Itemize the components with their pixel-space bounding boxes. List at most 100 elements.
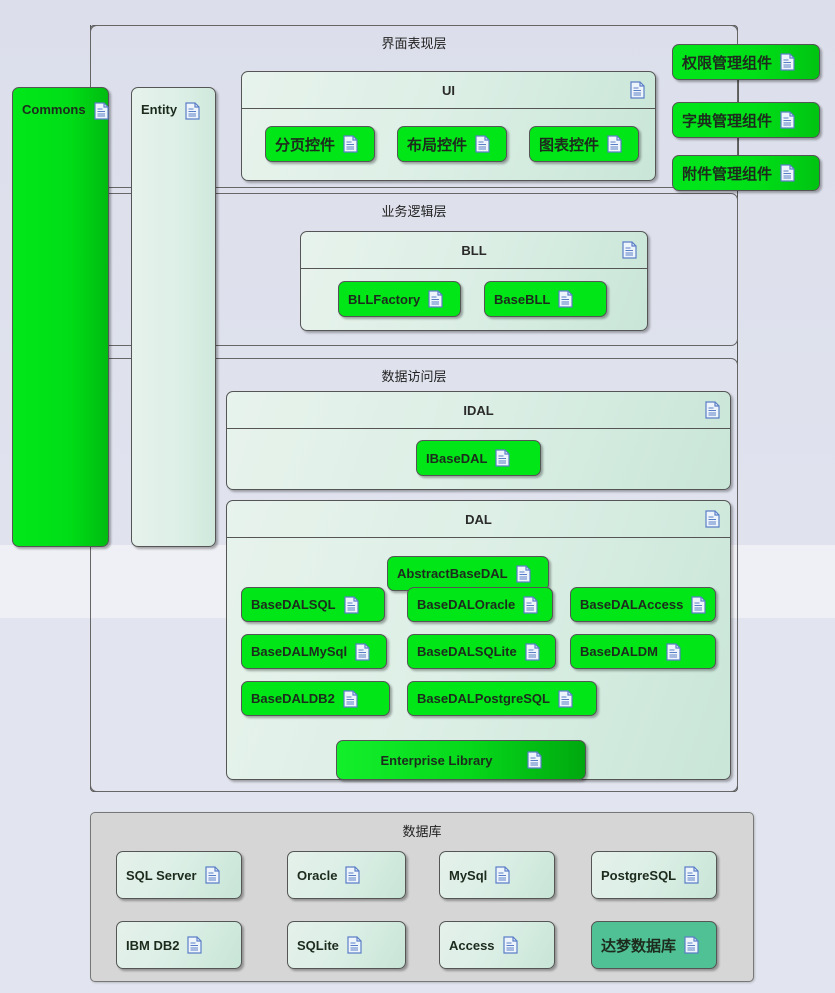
document-icon — [475, 135, 490, 153]
database-sqlite[interactable]: SQLite — [287, 921, 406, 969]
database-ibm-db2-label: IBM DB2 — [126, 937, 180, 953]
component-basedalmysql-label: BaseDALMySql — [251, 644, 348, 659]
component-basedalsqlite-label: BaseDALSQLite — [417, 644, 517, 659]
database-mysql[interactable]: MySql — [439, 851, 555, 899]
document-icon — [526, 751, 542, 769]
document-icon — [93, 102, 109, 120]
document-icon — [691, 595, 706, 614]
package-bll-label: BLL — [461, 242, 487, 258]
document-icon — [630, 81, 645, 99]
component-pagination-control[interactable]: 分页控件 — [265, 126, 375, 162]
package-ui-label: UI — [442, 82, 455, 98]
component-basedalpostgresql[interactable]: BaseDALPostgreSQL — [407, 681, 597, 716]
package-ui-body: 分页控件 布局控件 图表控件 — [242, 109, 655, 180]
document-icon — [780, 53, 795, 71]
database-access[interactable]: Access — [439, 921, 555, 969]
component-basedaloracle[interactable]: BaseDALOracle — [407, 587, 553, 622]
document-icon — [780, 111, 795, 129]
component-ibasedal-label: IBaseDAL — [426, 450, 488, 466]
document-icon — [684, 866, 699, 884]
package-idal[interactable]: IDAL IBaseDAL — [226, 391, 731, 490]
component-bllfactory-label: BLLFactory — [348, 291, 421, 307]
database-sqlite-label: SQLite — [297, 937, 339, 953]
component-layout-control-label: 布局控件 — [407, 135, 468, 154]
component-basedalaccess-label: BaseDALAccess — [580, 597, 684, 612]
component-layout-control[interactable]: 布局控件 — [397, 126, 507, 162]
component-basedaldm[interactable]: BaseDALDM — [570, 634, 716, 669]
component-permission-management-label: 权限管理组件 — [682, 53, 773, 72]
component-basedalsql[interactable]: BaseDALSQL — [241, 587, 385, 622]
document-icon — [343, 595, 359, 614]
component-basedalaccess[interactable]: BaseDALAccess — [570, 587, 716, 622]
component-enterprise-library-label: Enterprise Library — [380, 752, 493, 768]
component-abstractbasedal-label: AbstractBaseDAL — [397, 566, 508, 581]
component-basedalsqlite[interactable]: BaseDALSQLite — [407, 634, 556, 669]
package-dal-body: AbstractBaseDAL BaseDALSQL BaseDALOracle… — [227, 538, 730, 780]
component-attachment-management[interactable]: 附件管理组件 — [672, 155, 820, 191]
component-enterprise-library[interactable]: Enterprise Library — [336, 740, 586, 780]
component-chart-control-label: 图表控件 — [539, 135, 600, 154]
document-icon — [355, 642, 370, 661]
database-dameng[interactable]: 达梦数据库 — [591, 921, 717, 969]
package-bll-body: BLLFactory BaseBLL — [301, 269, 647, 330]
package-bll[interactable]: BLL BLLFactory BaseBLL — [300, 231, 648, 331]
layer-presentation-title: 界面表现层 — [381, 37, 447, 52]
package-dal[interactable]: DAL AbstractBaseDAL BaseDALSQL BaseDALOr… — [226, 500, 731, 780]
document-icon — [622, 241, 637, 259]
document-icon — [187, 936, 203, 954]
document-icon — [780, 164, 795, 182]
component-basedalmysql[interactable]: BaseDALMySql — [241, 634, 387, 669]
component-dictionary-management[interactable]: 字典管理组件 — [672, 102, 820, 138]
database-oracle-label: Oracle — [297, 867, 338, 883]
component-pagination-control-label: 分页控件 — [275, 135, 336, 154]
document-icon — [607, 135, 622, 153]
component-permission-management[interactable]: 权限管理组件 — [672, 44, 820, 80]
document-icon — [345, 866, 361, 884]
document-icon — [558, 689, 573, 708]
document-icon — [495, 449, 511, 467]
document-icon — [705, 401, 720, 419]
document-icon — [558, 290, 573, 308]
document-icon — [525, 642, 540, 661]
component-abstractbasedal[interactable]: AbstractBaseDAL — [387, 556, 549, 591]
package-ui-header: UI — [242, 72, 655, 109]
component-basedalsql-label: BaseDALSQL — [251, 597, 336, 612]
document-icon — [705, 510, 720, 528]
module-commons-label: Commons — [22, 102, 86, 117]
package-ui[interactable]: UI 分页控件 布局控件 图表控件 — [241, 71, 656, 181]
component-basebll[interactable]: BaseBLL — [484, 281, 607, 317]
component-ibasedal[interactable]: IBaseDAL — [416, 440, 541, 476]
document-icon — [204, 866, 220, 884]
document-icon — [666, 642, 681, 661]
package-idal-header: IDAL — [227, 392, 730, 429]
document-icon — [502, 936, 518, 954]
module-entity[interactable]: Entity — [131, 87, 216, 547]
package-bll-header: BLL — [301, 232, 647, 269]
component-attachment-management-label: 附件管理组件 — [682, 164, 773, 183]
component-basedalpostgresql-label: BaseDALPostgreSQL — [417, 691, 550, 706]
component-basebll-label: BaseBLL — [494, 291, 551, 307]
component-basedaldb2[interactable]: BaseDALDB2 — [241, 681, 390, 716]
component-dictionary-management-label: 字典管理组件 — [682, 111, 773, 130]
package-dal-header: DAL — [227, 501, 730, 538]
document-icon — [347, 936, 362, 954]
module-commons[interactable]: Commons — [12, 87, 109, 547]
database-postgresql[interactable]: PostgreSQL — [591, 851, 717, 899]
database-zone: 数据库 SQL Server Oracle MySql PostgreSQL I… — [90, 812, 754, 982]
component-basedaldm-label: BaseDALDM — [580, 644, 659, 659]
database-dameng-label: 达梦数据库 — [601, 936, 677, 955]
package-idal-body: IBaseDAL — [227, 429, 730, 489]
database-sql-server[interactable]: SQL Server — [116, 851, 242, 899]
component-basedaloracle-label: BaseDALOracle — [417, 597, 516, 612]
document-icon — [185, 102, 200, 120]
component-bllfactory[interactable]: BLLFactory — [338, 281, 461, 317]
component-chart-control[interactable]: 图表控件 — [529, 126, 639, 162]
database-mysql-label: MySql — [449, 867, 488, 883]
database-access-label: Access — [449, 937, 495, 953]
package-idal-label: IDAL — [463, 402, 494, 418]
database-oracle[interactable]: Oracle — [287, 851, 406, 899]
document-icon — [343, 135, 358, 153]
package-dal-label: DAL — [465, 511, 492, 527]
document-icon — [343, 689, 358, 708]
database-ibm-db2[interactable]: IBM DB2 — [116, 921, 242, 969]
